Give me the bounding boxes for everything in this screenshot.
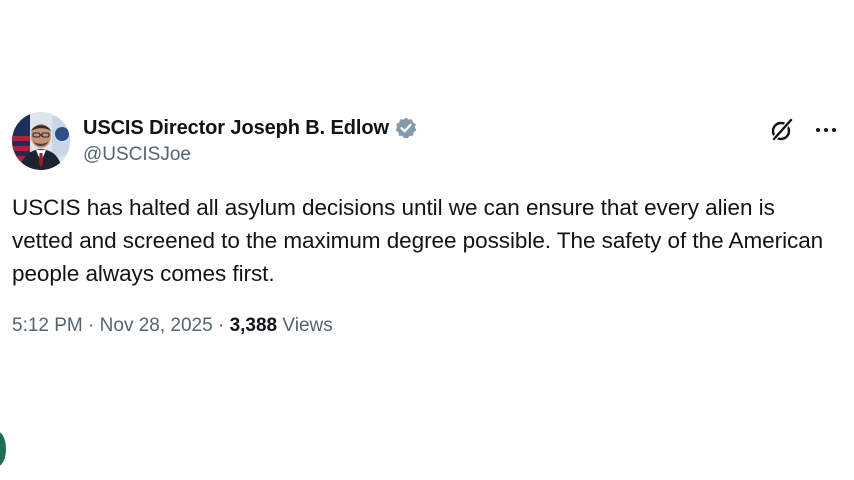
author-handle[interactable]: @USCISJoe [83, 144, 418, 166]
display-name-row: USCIS Director Joseph B. Edlow [83, 114, 418, 142]
author-names: USCIS Director Joseph B. Edlow @USCISJoe [83, 114, 418, 166]
grok-icon[interactable] [768, 116, 796, 144]
author-display-name[interactable]: USCIS Director Joseph B. Edlow [83, 117, 389, 140]
tweet-date[interactable]: Nov 28, 2025 [100, 315, 213, 336]
tweet-meta: 5:12 PM · Nov 28, 2025 · 3,388 Views [12, 315, 840, 337]
more-options-icon[interactable] [812, 116, 840, 144]
tweet-header: USCIS Director Joseph B. Edlow @USCISJoe [12, 108, 840, 172]
avatar-image [12, 112, 70, 170]
tweet-text: USCIS has halted all asylum decisions un… [12, 195, 824, 286]
edge-shape [0, 432, 6, 466]
tweet-card[interactable]: USCIS Director Joseph B. Edlow @USCISJoe [12, 108, 840, 337]
author-avatar[interactable] [12, 112, 70, 170]
verified-badge-icon[interactable] [394, 116, 418, 140]
tweet-time[interactable]: 5:12 PM [12, 315, 83, 336]
meta-separator: · [82, 315, 100, 336]
views-count[interactable]: 3,388 [230, 315, 278, 336]
views-label: Views [277, 315, 333, 336]
page: USCIS Director Joseph B. Edlow @USCISJoe [0, 0, 854, 480]
tweet-actions [768, 116, 840, 144]
meta-separator: · [212, 315, 230, 336]
